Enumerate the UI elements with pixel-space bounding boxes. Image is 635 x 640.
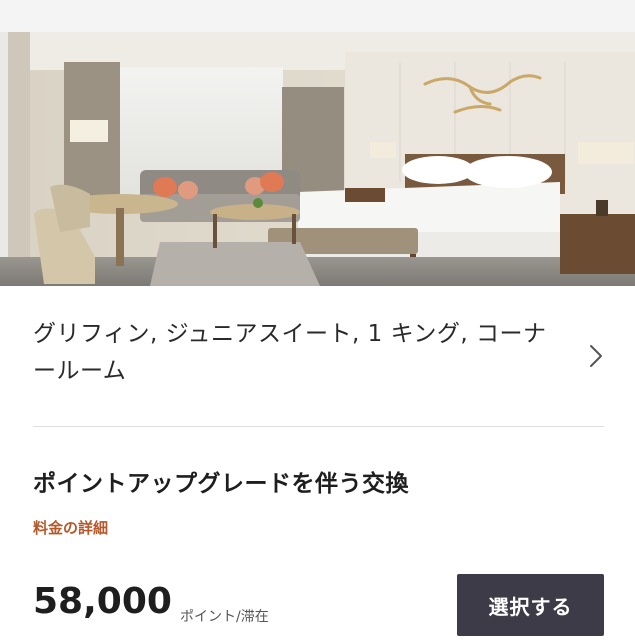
room-title-row[interactable]: グリフィン, ジュニアスイート, 1 キング, コーナールーム: [0, 286, 635, 424]
divider: [33, 426, 604, 427]
top-spacer: [0, 0, 635, 32]
room-offer-card: グリフィン, ジュニアスイート, 1 キング, コーナールーム ポイントアップグ…: [0, 286, 635, 640]
rate-details-link[interactable]: 料金の詳細: [33, 517, 108, 538]
select-button[interactable]: 選択する: [457, 574, 604, 636]
points-value: 58,000: [33, 581, 172, 622]
points-unit: ポイント/滞在: [180, 609, 269, 625]
chevron-right-icon[interactable]: [586, 343, 606, 369]
upgrade-exchange-heading: ポイントアップグレードを伴う交換: [33, 471, 409, 497]
room-title: グリフィン, ジュニアスイート, 1 キング, コーナールーム: [33, 321, 547, 384]
hotel-room-photo[interactable]: [0, 32, 635, 286]
